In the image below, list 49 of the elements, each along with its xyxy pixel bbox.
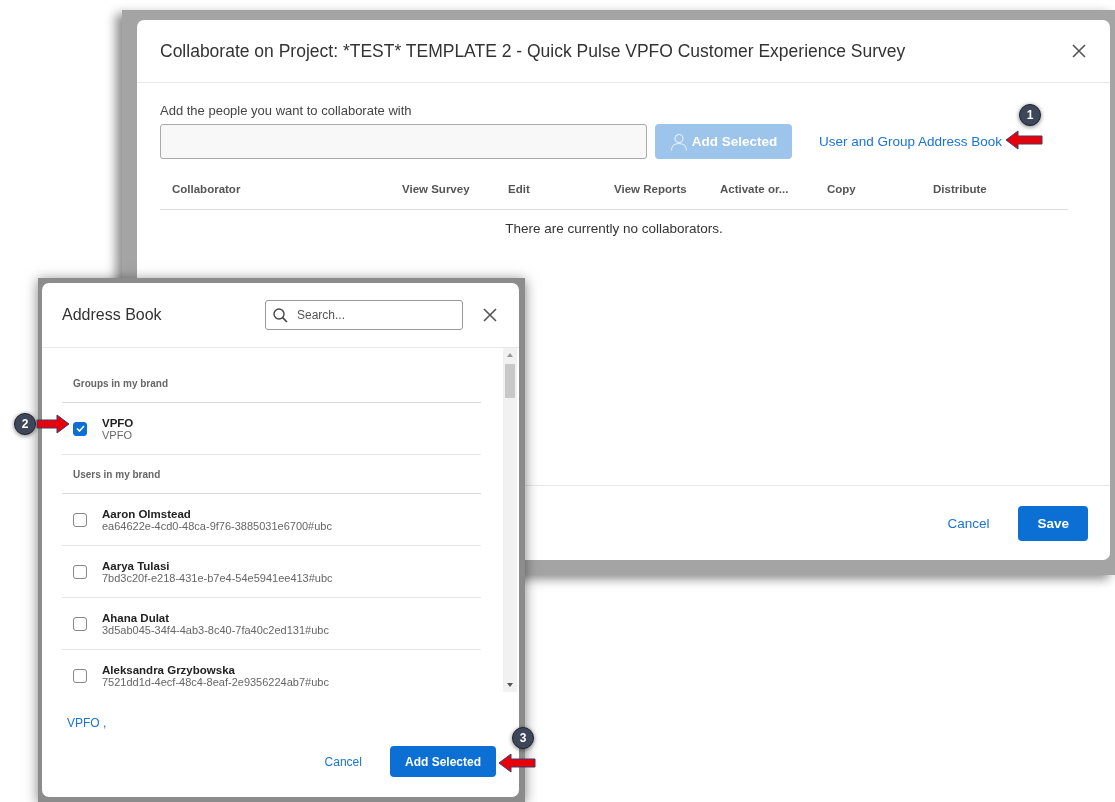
close-icon[interactable] [483,308,497,322]
step-number-badge: 3 [512,727,534,749]
column-header: View Reports [613,182,688,197]
scroll-up-icon[interactable] [507,353,513,357]
checkbox[interactable] [73,564,87,579]
empty-message: There are currently no collaborators. [504,221,724,236]
scroll-down-icon[interactable] [507,683,513,687]
column-header: Collaborator [171,182,242,197]
search-field[interactable]: Search... [265,300,463,330]
scrollbar-thumb[interactable] [505,364,515,398]
address-book-link[interactable]: User and Group Address Book [819,134,1003,149]
checkbox[interactable] [73,512,87,527]
arrow-icon [498,753,536,773]
cancel-link[interactable]: Cancel [320,748,366,775]
checkbox[interactable] [73,421,87,436]
close-icon[interactable] [1072,44,1086,58]
section-heading: Users in my brand [62,455,481,494]
column-header: View Survey [401,182,471,197]
column-header: Distribute [932,182,988,197]
entry-name: VPFO [102,416,134,429]
entry-name: Ahana Dulat [102,611,171,624]
cancel-link[interactable]: Cancel [943,509,994,537]
entry-name: Aleksandra Grzybowska [102,663,236,676]
add-selected-button[interactable]: Add Selected [389,746,496,777]
selection-summary: VPFO , [67,716,108,730]
arrow-icon [1005,130,1043,150]
checkbox[interactable] [73,616,87,631]
person-icon [669,132,688,151]
arrow-icon [36,414,70,434]
people-input-field[interactable] [160,124,647,159]
entry-name: Aarya Tulasi [102,559,171,572]
column-header: Activate or... [719,182,790,197]
entry-id: 7bd3c20f-e218-431e-b7e4-54e5941ee413#ubc [102,571,333,584]
dialog-title: Address Book [62,306,163,324]
entry-id: VPFO [102,428,133,441]
dialog-title: Collaborate on Project: *TEST* TEMPLATE 2 - Quick Pulse VPFO Customer Experience Survey [160,40,907,62]
entry-id: ea64622e-4cd0-48ca-9f76-3885031e6700#ubc [102,519,332,532]
field-label: Add the people you want to collaborate with [160,103,412,118]
section-heading: Groups in my brand [62,348,481,403]
search-icon [273,308,288,323]
scrollbar[interactable] [503,348,517,692]
entry-id: 3d5ab045-34f4-4ab3-8c40-7fa40c2ed131#ubc [102,623,329,636]
entry-id: 7521dd1d-4ecf-48c4-8eaf-2e9356224ab7#ubc [102,675,329,688]
column-header: Edit [507,182,531,197]
checkbox[interactable] [73,668,87,683]
column-header: Copy [826,182,857,197]
step-number-badge: 2 [14,413,36,435]
save-button[interactable]: Save [1018,505,1088,541]
entry-name: Aaron Olmstead [102,507,192,520]
